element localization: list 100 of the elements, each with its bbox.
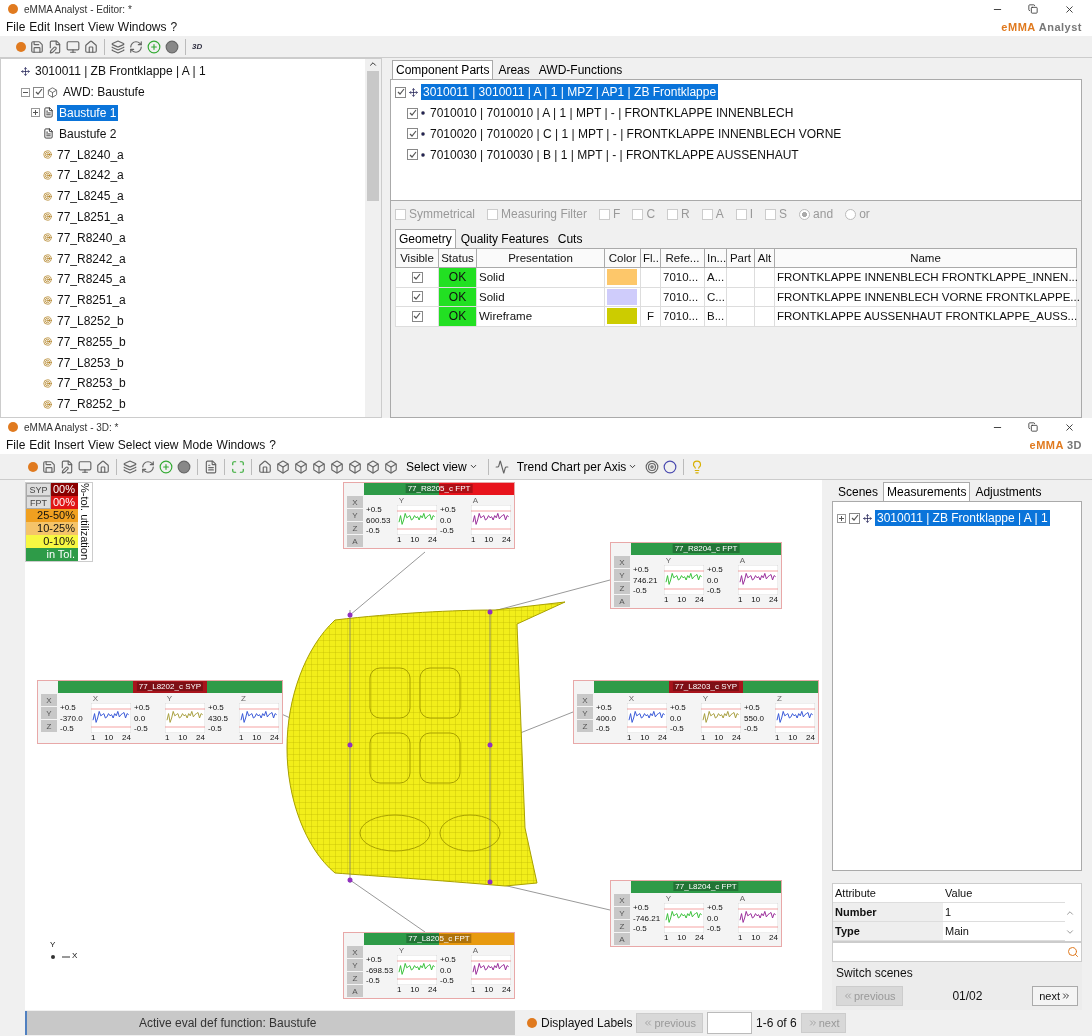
tree-item[interactable]: 7010030 | 7010030 | B | 1 | MPT | - | FRONTKLAPPE AUSSENHAUT [428,146,801,163]
tab[interactable]: Measurements [883,482,971,501]
menu-item[interactable]: Edit [27,438,53,452]
tree-item[interactable]: 77_L8245_a [55,188,126,205]
checkbox[interactable] [395,86,406,98]
toolbar-logo-icon[interactable] [28,461,38,472]
tab[interactable]: Cuts [553,229,587,248]
checkbox[interactable] [765,208,777,220]
add-icon[interactable] [147,39,161,54]
scroll-up-icon[interactable] [368,59,379,69]
axis-button[interactable]: X [577,694,593,706]
circle-icon[interactable] [165,39,179,54]
document-icon[interactable] [204,459,218,474]
cube-view-icon[interactable] [276,459,290,474]
cube-view-icon[interactable] [330,459,344,474]
refresh-icon[interactable] [129,39,143,54]
cube-view-icon[interactable] [384,459,398,474]
menu-item[interactable]: Insert [52,20,87,34]
scrollbar-thumb[interactable] [367,71,380,201]
cube-view-icon[interactable] [294,459,308,474]
axis-button[interactable]: X [41,694,57,706]
cube-view-icon[interactable] [312,459,326,474]
expand-icon[interactable] [837,513,846,523]
axis-button[interactable]: Y [614,907,630,919]
menu-item[interactable]: File [4,20,28,34]
menu-item[interactable]: Edit [27,20,53,34]
checkbox[interactable] [411,291,423,303]
tree-item[interactable]: Baustufe 2 [57,125,119,142]
checkbox[interactable] [849,512,860,524]
legend-button[interactable]: FPT [26,496,51,509]
checkbox[interactable] [407,107,418,119]
tree-item[interactable]: AWD: Baustufe [61,84,147,101]
tree-item[interactable]: 77_L8251_a [55,208,126,225]
menu-item[interactable]: ? [168,20,180,34]
checkbox[interactable] [33,86,44,98]
tab[interactable]: Quality Features [456,229,553,248]
add-icon[interactable] [159,459,173,474]
layers-icon[interactable] [111,39,125,54]
checkbox[interactable] [411,271,423,283]
axis-button[interactable]: Z [614,920,630,932]
tree-item[interactable]: 77_R8240_a [55,229,128,246]
axis-button[interactable]: Z [347,522,363,534]
tree-item[interactable]: 77_L8242_a [55,167,126,184]
tree-item[interactable]: 3010011 | ZB Frontklappe | A | 1 [33,63,208,80]
menu-item[interactable]: Windows [115,20,169,34]
tab[interactable]: Areas [494,60,534,79]
tree-item[interactable]: 77_R8253_b [55,375,128,392]
axis-button[interactable]: Y [347,509,363,521]
tree-item[interactable]: 77_L8252_b [55,312,126,329]
monitor-icon[interactable] [66,39,80,54]
axis-button[interactable]: Y [577,707,593,719]
axis-button[interactable]: A [347,535,363,547]
legend-button[interactable]: SYP [26,483,51,496]
ring-icon[interactable] [663,459,678,474]
home-icon[interactable] [84,39,98,54]
chart-icon[interactable] [494,459,509,474]
target-icon[interactable] [645,459,660,474]
menu-item[interactable]: Mode [180,438,215,452]
cube-view-icon[interactable] [366,459,380,474]
menu-item[interactable]: Select view [115,438,181,452]
axis-button[interactable]: X [347,946,363,958]
refresh-icon[interactable] [141,459,155,474]
expand-icon[interactable] [31,108,40,118]
select-view-dropdown[interactable]: Select view [402,459,482,474]
3d-button[interactable]: 3D [192,42,203,51]
tree-item[interactable]: 77_L8240_a [55,146,126,163]
checkbox[interactable] [667,208,679,220]
tree-item[interactable]: 77_L8253_b [55,354,126,371]
radio-button[interactable] [845,208,857,220]
tree-item[interactable]: 77_R8242_a [55,250,128,267]
checkbox[interactable] [599,208,611,220]
edit-icon[interactable] [48,39,62,54]
circle-icon[interactable] [177,459,191,474]
axis-button[interactable]: Z [41,720,57,732]
tab[interactable]: AWD-Functions [534,60,627,79]
axis-button[interactable]: X [614,894,630,906]
layers-icon[interactable] [123,459,137,474]
checkbox[interactable] [407,149,418,161]
checkbox[interactable] [395,208,406,220]
checkbox[interactable] [632,208,644,220]
edit-icon[interactable] [60,459,74,474]
axis-button[interactable]: X [347,496,363,508]
tree-item[interactable]: Baustufe 1 [57,105,119,121]
tree-item[interactable]: 3010011 | 3010011 | A | 1 | MPZ | AP1 | ZB Frontklappe [421,84,719,101]
tab[interactable]: Adjustments [971,482,1046,501]
axis-button[interactable]: A [347,985,363,997]
menu-item[interactable]: Windows [214,438,268,452]
checkbox[interactable] [487,208,498,220]
axis-button[interactable]: A [614,595,630,607]
checkbox[interactable] [411,310,423,322]
axis-button[interactable]: X [614,556,630,568]
save-icon[interactable] [30,39,44,54]
axis-button[interactable]: Z [347,972,363,984]
toolbar-logo-icon[interactable] [16,41,26,52]
checkbox[interactable] [735,208,747,220]
axis-button[interactable]: Y [41,707,57,719]
checkbox[interactable] [407,128,418,140]
axis-button[interactable]: Y [614,569,630,581]
monitor-icon[interactable] [78,459,92,474]
tree-item[interactable]: 3010011 | ZB Frontklappe | A | 1 [875,510,1050,527]
